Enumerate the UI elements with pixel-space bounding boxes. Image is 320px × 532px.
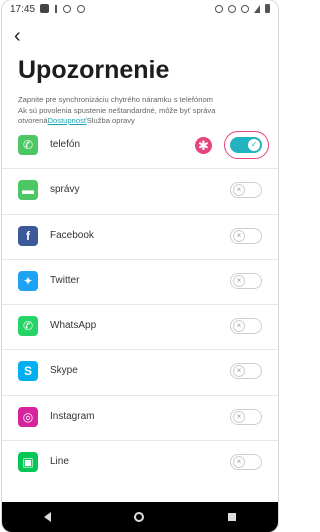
app-label: Instagram <box>50 410 95 422</box>
description-line-2: Ak sú povolenia spustenie neštandardné, … <box>18 105 216 115</box>
status-right-icons <box>215 4 270 13</box>
app-label: WhatsApp <box>50 320 97 332</box>
close-icon: × <box>233 184 245 197</box>
notification-icon <box>40 4 49 13</box>
notification-toggle[interactable]: × <box>230 454 262 471</box>
app-label: správy <box>50 184 80 196</box>
app-row-spr-vy: ▬ správy × <box>2 168 278 213</box>
notification-toggle[interactable]: × <box>230 408 262 425</box>
description-line-1: Zapnite pre synchronizáciu chytrého nára… <box>18 95 214 104</box>
app-notification-icon <box>77 4 85 13</box>
skype-icon: S <box>18 361 38 382</box>
app-label: Twitter <box>50 274 80 286</box>
facebook-icon: f <box>18 225 38 246</box>
status-left-icons <box>40 4 85 13</box>
notification-toggle[interactable]: × <box>230 318 262 335</box>
close-icon: × <box>233 274 245 287</box>
nav-home-icon[interactable] <box>134 512 145 522</box>
check-icon: ✓ <box>248 139 260 151</box>
signal-icon <box>254 4 260 13</box>
app-row-facebook: f Facebook × <box>2 213 278 259</box>
close-icon: × <box>233 365 245 378</box>
app-row-skype: S Skype × <box>2 349 278 394</box>
app-label: telefón <box>50 139 81 150</box>
nav-recent-icon[interactable] <box>228 513 237 521</box>
notification-toggle[interactable]: × <box>230 272 262 289</box>
twitter-icon: ✦ <box>18 270 38 291</box>
sync-icon <box>63 4 71 13</box>
phone-icon: ✆ <box>18 135 38 155</box>
back-button[interactable]: ‹ <box>14 26 21 46</box>
notification-toggle[interactable]: × <box>230 363 262 380</box>
app-row-instagram: ◎ Instagram × <box>2 394 278 440</box>
close-icon: × <box>233 320 245 333</box>
app-row-telef-n: ✆ telefón ✱ ✓ <box>2 124 278 168</box>
upload-icon <box>55 4 57 13</box>
notification-toggle[interactable]: × <box>230 227 262 244</box>
notification-toggle[interactable]: ✓ <box>230 137 262 153</box>
message-icon: ▬ <box>18 180 38 201</box>
status-time: 17:45 <box>10 4 36 15</box>
notification-toggle[interactable]: × <box>230 182 262 199</box>
instagram-icon: ◎ <box>18 406 38 427</box>
app-row-whatsapp: ✆ WhatsApp × <box>2 304 278 349</box>
annotation-marker: ✱ <box>195 137 212 154</box>
battery-icon <box>265 4 270 13</box>
app-label: Skype <box>50 365 78 377</box>
app-label: Facebook <box>50 229 94 241</box>
close-icon: × <box>233 410 245 423</box>
app-row-twitter: ✦ Twitter × <box>2 258 278 304</box>
status-bar: 17:45 <box>2 0 278 20</box>
dnd-icon <box>241 4 249 13</box>
phone-screen: 17:45 ‹ Upozornenie Zapnite pre synchron… <box>2 0 278 532</box>
line-icon: ▣ <box>18 452 38 473</box>
notification-app-list: ✆ telefón ✱ ✓ ▬ správy × f Facebook × ✦ Twitter × ✆ Wh… <box>2 124 278 485</box>
close-icon: × <box>233 456 245 469</box>
nav-back-icon[interactable] <box>43 512 51 522</box>
vibrate-icon <box>215 4 223 13</box>
whatsapp-icon: ✆ <box>18 316 38 337</box>
page-title: Upozornenie <box>18 56 170 84</box>
page-description: Zapnite pre synchronizáciu chytrého nára… <box>18 95 266 127</box>
system-nav-bar <box>2 502 278 532</box>
app-row-line: ▣ Line × <box>2 440 278 485</box>
app-label: Line <box>50 456 69 468</box>
close-icon: × <box>233 229 245 242</box>
location-icon <box>228 4 236 13</box>
